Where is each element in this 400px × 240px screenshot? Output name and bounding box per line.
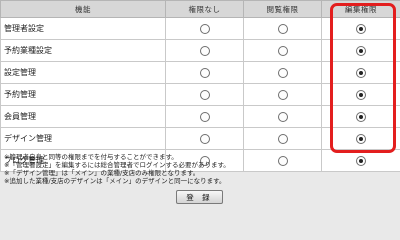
edit-permission-cell [321, 39, 400, 62]
header-function: 機能 [0, 0, 166, 18]
none-permission-cell [165, 17, 244, 40]
view-permission-radio[interactable] [277, 111, 288, 122]
none-permission-cell [165, 105, 244, 128]
edit-permission-cell [321, 83, 400, 106]
function-label: 会員管理 [0, 105, 166, 128]
header-no-permission: 権限なし [165, 0, 244, 18]
view-permission-cell [243, 105, 322, 128]
header-edit-permission: 編集権限 [321, 0, 400, 18]
table-row: デザイン管理 [0, 127, 400, 150]
header-view-permission: 閲覧権限 [243, 0, 322, 18]
edit-permission-cell [321, 105, 400, 128]
edit-permission-radio[interactable] [356, 23, 366, 34]
table-row: 会員管理 [0, 105, 400, 128]
function-label: 予約業種設定 [0, 39, 166, 62]
table-row: 設定管理 [0, 61, 400, 84]
view-permission-cell [243, 83, 322, 106]
none-permission-radio[interactable] [199, 23, 210, 34]
note-line: ※「デザイン管理」は「メイン」の業種/支店のみ権限となります。 [4, 169, 200, 177]
none-permission-cell [165, 127, 244, 150]
none-permission-radio[interactable] [199, 67, 210, 78]
table-row: 管理者設定 [0, 17, 400, 40]
edit-permission-radio[interactable] [356, 133, 366, 144]
none-permission-cell [165, 61, 244, 84]
note-line: ※管理者自身と同等の権限までを付与することができます。 [4, 153, 178, 161]
view-permission-cell [243, 127, 322, 150]
edit-permission-radio[interactable] [356, 45, 366, 56]
none-permission-radio[interactable] [199, 89, 210, 100]
view-permission-radio[interactable] [277, 133, 288, 144]
note-line: ※「管理者設定」を編集するには総合管理者でログインする必要があります。 [4, 161, 230, 169]
none-permission-radio[interactable] [199, 45, 210, 56]
view-permission-cell [243, 17, 322, 40]
function-label: デザイン管理 [0, 127, 166, 150]
view-permission-radio[interactable] [277, 89, 288, 100]
edit-permission-radio[interactable] [356, 111, 366, 122]
edit-permission-cell [321, 127, 400, 150]
edit-permission-radio[interactable] [356, 67, 366, 78]
function-label: 予約管理 [0, 83, 166, 106]
view-permission-radio[interactable] [277, 155, 288, 166]
permissions-table: 機能 権限なし 閲覧権限 編集権限 管理者設定 予約業種設定 設定管理 予約管理 会員管… [0, 0, 400, 172]
none-permission-cell [165, 39, 244, 62]
note-line: ※追加した業種/支店のデザインは「メイン」のデザインと同一になります。 [4, 177, 226, 185]
function-label: 設定管理 [0, 61, 166, 84]
edit-permission-radio[interactable] [356, 155, 366, 166]
view-permission-radio[interactable] [277, 45, 288, 56]
edit-permission-radio[interactable] [356, 89, 366, 100]
table-header-row: 機能 権限なし 閲覧権限 編集権限 [0, 0, 400, 18]
view-permission-cell [243, 39, 322, 62]
table-row: 予約業種設定 [0, 39, 400, 62]
register-button[interactable]: 登 録 [176, 190, 223, 204]
notes: ※管理者自身と同等の権限までを付与することができます。 ※「管理者設定」を編集す… [4, 153, 230, 185]
view-permission-radio[interactable] [277, 67, 288, 78]
view-permission-cell [243, 61, 322, 84]
view-permission-cell [243, 149, 322, 172]
edit-permission-cell [321, 61, 400, 84]
none-permission-cell [165, 83, 244, 106]
view-permission-radio[interactable] [277, 23, 288, 34]
function-label: 管理者設定 [0, 17, 166, 40]
none-permission-radio[interactable] [199, 111, 210, 122]
table-row: 予約管理 [0, 83, 400, 106]
none-permission-radio[interactable] [199, 133, 210, 144]
edit-permission-cell [321, 149, 400, 172]
edit-permission-cell [321, 17, 400, 40]
